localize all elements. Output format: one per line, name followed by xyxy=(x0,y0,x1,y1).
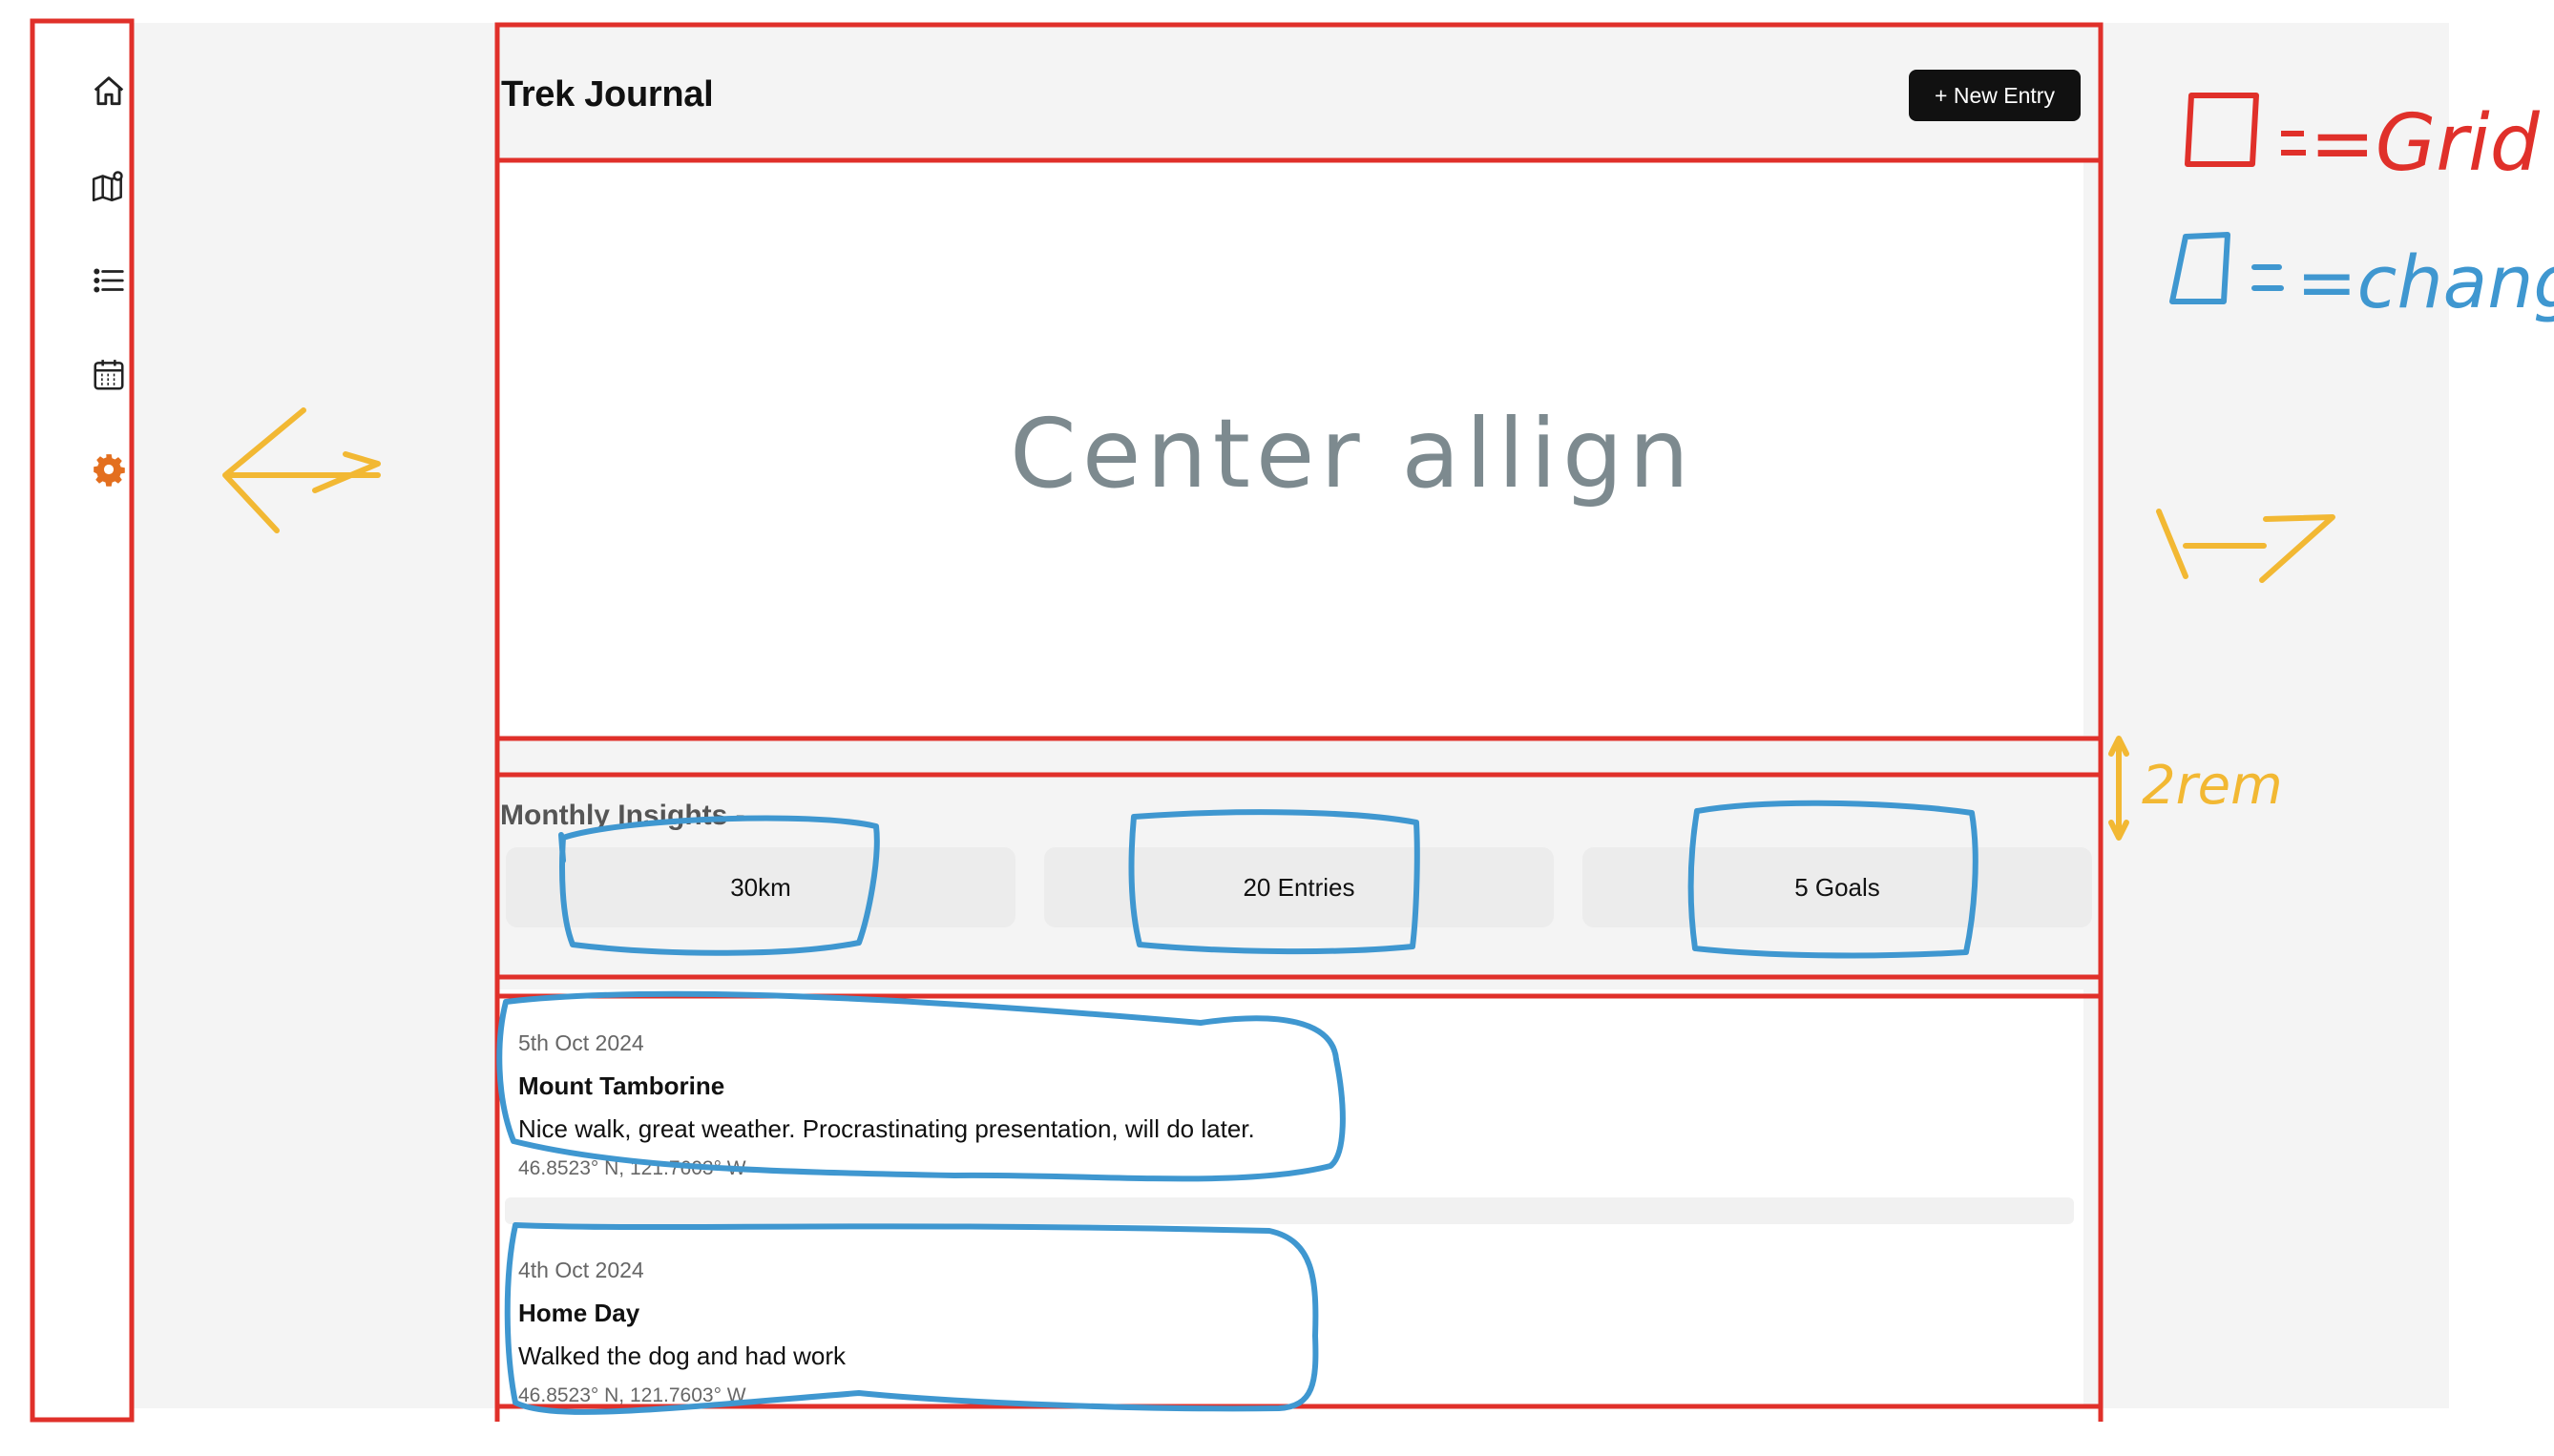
gear-icon[interactable] xyxy=(88,448,130,490)
main-content: Trek Journal + New Entry Monthly Insight… xyxy=(495,25,2083,1408)
entry-coordinates: 46.8523° N, 121.7603° W xyxy=(518,1157,746,1179)
entry-body: Nice walk, great weather. Procrastinatin… xyxy=(518,1114,1255,1143)
map-icon[interactable] xyxy=(88,164,130,206)
entry-coordinates: 46.8523° N, 121.7603° W xyxy=(518,1384,746,1406)
entry-body: Walked the dog and had work xyxy=(518,1342,847,1370)
sidebar xyxy=(32,23,132,1408)
page-title: Trek Journal xyxy=(501,74,714,114)
entry-title: Home Day xyxy=(518,1299,640,1327)
home-icon[interactable] xyxy=(88,71,130,113)
stat-card-entries: 20 Entries xyxy=(1044,847,1554,927)
hero-area xyxy=(495,162,2083,736)
insights-title: Monthly Insights - xyxy=(500,800,745,831)
entry-card[interactable]: 5th Oct 2024 Mount Tamborine Nice walk, … xyxy=(505,989,2074,1197)
screenshot-canvas: Trek Journal + New Entry Monthly Insight… xyxy=(0,0,2554,1456)
calendar-icon[interactable] xyxy=(88,354,130,396)
stat-card-distance: 30km xyxy=(506,847,1015,927)
entry-divider xyxy=(505,1197,2074,1224)
list-icon[interactable] xyxy=(88,260,130,302)
entry-card[interactable]: 4th Oct 2024 Home Day Walked the dog and… xyxy=(505,1224,2074,1408)
stat-card-goals: 5 Goals xyxy=(1582,847,2092,927)
entries-list: 5th Oct 2024 Mount Tamborine Nice walk, … xyxy=(495,989,2083,1408)
entry-date: 4th Oct 2024 xyxy=(518,1258,644,1282)
new-entry-button[interactable]: + New Entry xyxy=(1909,70,2081,121)
entry-date: 5th Oct 2024 xyxy=(518,1030,644,1055)
entry-title: Mount Tamborine xyxy=(518,1071,725,1100)
header: Trek Journal + New Entry xyxy=(495,25,2083,162)
